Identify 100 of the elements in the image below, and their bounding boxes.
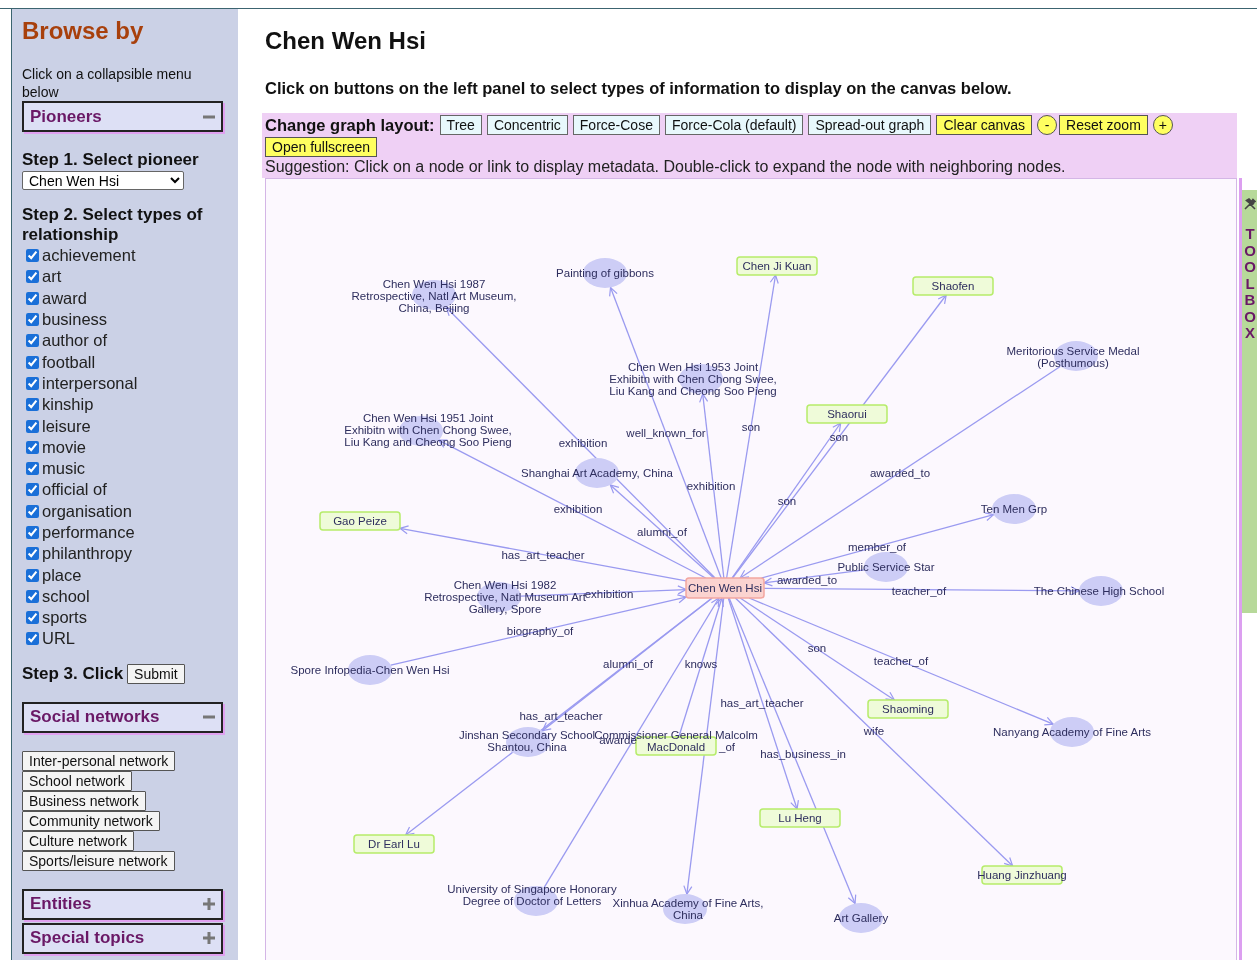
graph-node[interactable]: Shaoming: [867, 699, 949, 719]
network-button[interactable]: Community network: [22, 810, 160, 831]
checkbox-label: business: [42, 310, 108, 330]
edge-arrow[interactable]: [763, 569, 866, 587]
layout-button[interactable]: Spread-out graph: [808, 115, 932, 135]
pioneer-select[interactable]: Chen Wen Hsi: [22, 171, 184, 190]
checkbox-label: author of: [42, 331, 108, 351]
toolbox-label: TOOLBOX: [1243, 226, 1257, 342]
layout-button[interactable]: Concentric: [486, 115, 568, 135]
graph-node[interactable]: Shaofen: [912, 276, 994, 296]
step-label: Step 1. Select pioneer: [22, 150, 200, 170]
menu-title: Pioneers: [30, 106, 102, 127]
checkbox[interactable]: [26, 504, 39, 518]
edge-label: son: [807, 642, 827, 654]
menu-title: Social networks: [30, 707, 160, 728]
graph-node[interactable]: Meritorious Service Medal (Posthumous): [1006, 341, 1140, 371]
submit-button[interactable]: Submit: [127, 663, 185, 684]
menu-header[interactable]: Entities: [22, 888, 223, 920]
browse-title: Browse by: [22, 17, 145, 45]
checkbox[interactable]: [26, 334, 39, 348]
graph-node[interactable]: Shaorui: [806, 404, 888, 424]
graph-node[interactable]: Shanghai Art Academy, China: [521, 458, 673, 488]
edge-label: son: [777, 495, 797, 507]
network-button[interactable]: Culture network: [22, 830, 135, 851]
checkbox[interactable]: [26, 611, 39, 625]
edge-label: awarded_to: [869, 467, 931, 479]
checkbox-label: URL: [42, 629, 75, 649]
checkbox-label: achievement: [42, 246, 136, 266]
edge-label: knows: [684, 658, 718, 670]
checkbox[interactable]: [26, 547, 39, 561]
graph-node[interactable]: The Chinese High School: [1033, 576, 1165, 606]
checkbox[interactable]: [26, 313, 39, 327]
checkbox[interactable]: [26, 249, 39, 263]
checkbox[interactable]: [26, 376, 39, 390]
layout-button[interactable]: Tree: [439, 115, 482, 135]
network-button[interactable]: Sports/leisure network: [22, 850, 175, 871]
graph-node[interactable]: Nanyang Academy of Fine Arts: [993, 717, 1151, 747]
checkbox-label: award: [42, 288, 87, 308]
checkbox[interactable]: [26, 632, 39, 646]
graph-node[interactable]: Chen Wen Hsi 1951 Joint Exhibitn with Chen Chong Swee, Liu Kang and Cheong Soo Pieng: [344, 412, 512, 448]
graph-node[interactable]: Lu Heng: [759, 808, 841, 828]
checkbox-label: art: [42, 267, 62, 287]
checkbox[interactable]: [26, 589, 39, 603]
checkbox[interactable]: [26, 568, 39, 582]
menu-header[interactable]: Special topics: [22, 922, 223, 954]
graph-node[interactable]: Chen Wen Hsi 1982 Retrospective, Natl Museum Art Gallery, Spore: [424, 579, 586, 615]
checkbox-label: movie: [42, 437, 86, 457]
hint-text: Click on a collapsible menu below: [22, 65, 193, 101]
graph-node[interactable]: Chen Wen Hsi 1953 Joint Exhibitn with Chen Chong Swee, Liu Kang and Cheong Soo Pieng: [609, 361, 777, 397]
action-button[interactable]: Reset zoom: [1059, 115, 1148, 135]
plus-icon[interactable]: [203, 932, 215, 945]
network-button[interactable]: School network: [22, 770, 132, 791]
checkbox-label: football: [42, 352, 96, 372]
edge-label: exhibition: [584, 588, 634, 600]
checkbox-label: kinship: [42, 395, 94, 415]
layout-button[interactable]: Force-Cola (default): [664, 115, 804, 135]
graph-node[interactable]: Gao Peize: [319, 511, 401, 531]
graph-node[interactable]: Dr Earl Lu: [353, 834, 435, 854]
zoom-button[interactable]: -: [1037, 115, 1058, 135]
graph-node[interactable]: Jinshan Secondary School Shantou, China: [458, 727, 596, 757]
network-button[interactable]: Inter-personal network: [22, 750, 176, 771]
graph-node[interactable]: Painting of gibbons: [556, 258, 654, 288]
network-button[interactable]: Business network: [22, 790, 146, 811]
edge-label: has_art_teacher: [519, 710, 603, 722]
tools-icon: [1244, 198, 1256, 210]
checkbox-label: sports: [42, 608, 87, 628]
checkbox-label: place: [42, 565, 82, 585]
checkbox[interactable]: [26, 462, 39, 476]
edge-label: biography_of: [506, 625, 574, 637]
layout-button[interactable]: Force-Cose: [572, 115, 660, 135]
edge-label: alumni_of: [637, 526, 687, 538]
edge-label: exhibition: [686, 480, 736, 492]
checkbox-label: performance: [42, 523, 135, 542]
toolbox-panel[interactable]: TOOLBOX: [1242, 190, 1257, 613]
graph-node[interactable]: Public Service Star: [837, 552, 935, 582]
checkbox[interactable]: [26, 270, 39, 284]
step-label: Step 3. Click: [22, 663, 124, 684]
checkbox[interactable]: [26, 355, 39, 369]
checkbox[interactable]: [26, 440, 39, 454]
step-label: Step 2. Select types of relationship: [22, 205, 204, 245]
edge-label: has_art_teacher: [720, 697, 804, 709]
action-button[interactable]: Clear canvas: [936, 115, 1033, 135]
checkbox[interactable]: [26, 398, 39, 412]
checkbox[interactable]: [26, 291, 39, 305]
action-button[interactable]: Open fullscreen: [265, 137, 378, 157]
menu-header[interactable]: Pioneers: [22, 101, 223, 132]
menu-header[interactable]: Social networks: [22, 701, 223, 733]
checkbox[interactable]: [26, 526, 39, 539]
edge-label: _of: [719, 741, 735, 753]
checkbox[interactable]: [26, 419, 39, 433]
graph-node[interactable]: Chen Wen Hsi: [685, 577, 765, 599]
plus-icon[interactable]: [203, 898, 215, 911]
checkbox[interactable]: [26, 483, 39, 497]
edge-label: exhibition: [558, 437, 608, 449]
graph-node[interactable]: Chen Ji Kuan: [736, 256, 818, 276]
graph-node[interactable]: Xinhua Academy of Fine Arts, China: [612, 894, 764, 924]
zoom-button[interactable]: +: [1152, 115, 1173, 135]
graph-node[interactable]: Spore Infopedia-Chen Wen Hsi: [290, 655, 450, 685]
graph-node[interactable]: Chen Wen Hsi 1987 Retrospective, Natl Art Museum, China, Beijing: [351, 278, 517, 314]
edge-label: well_known_for: [626, 427, 706, 439]
